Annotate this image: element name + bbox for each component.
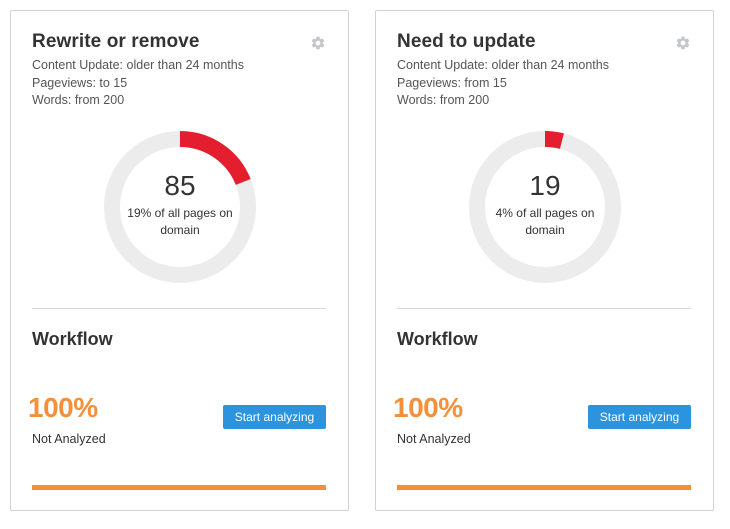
workflow-status: Not Analyzed bbox=[397, 432, 471, 446]
card-title: Rewrite or remove bbox=[32, 31, 200, 52]
workflow-status: Not Analyzed bbox=[32, 432, 106, 446]
workflow-title: Workflow bbox=[32, 329, 113, 349]
donut-caption: 19% of all pages on domain bbox=[127, 205, 233, 237]
criteria-pageviews: Pageviews: from 15 bbox=[397, 75, 507, 90]
donut-chart: 19 4% of all pages on domain bbox=[467, 129, 623, 285]
workflow-progress-bar bbox=[32, 485, 326, 490]
workflow-percent: 100% bbox=[393, 392, 463, 423]
divider bbox=[397, 308, 691, 309]
donut-caption: 4% of all pages on domain bbox=[495, 205, 595, 237]
criteria-pageviews: Pageviews: to 15 bbox=[32, 75, 128, 90]
donut-chart: 85 19% of all pages on domain bbox=[102, 129, 258, 285]
criteria-list: Content Update: older than 24 months Pag… bbox=[32, 57, 244, 110]
start-analyzing-button[interactable]: Start analyzing bbox=[223, 405, 326, 429]
workflow-percent: 100% bbox=[28, 392, 98, 423]
criteria-list: Content Update: older than 24 months Pag… bbox=[397, 57, 609, 110]
criteria-words: Words: from 200 bbox=[397, 93, 490, 107]
rewrite-or-remove-card: Rewrite or remove Content Update: older … bbox=[10, 10, 349, 511]
workflow-progress-fill bbox=[32, 485, 326, 490]
donut-count: 85 bbox=[164, 169, 196, 201]
criteria-words: Words: from 200 bbox=[32, 93, 125, 107]
criteria-content-update: Content Update: older than 24 months bbox=[397, 58, 609, 72]
need-to-update-card: Need to update Content Update: older tha… bbox=[375, 10, 714, 511]
workflow-progress-bar bbox=[397, 485, 691, 490]
gear-icon[interactable] bbox=[675, 35, 691, 51]
divider bbox=[32, 308, 326, 309]
criteria-content-update: Content Update: older than 24 months bbox=[32, 58, 244, 72]
card-title: Need to update bbox=[397, 31, 536, 52]
workflow-progress-fill bbox=[397, 485, 691, 490]
donut-count: 19 bbox=[529, 169, 561, 201]
gear-icon[interactable] bbox=[310, 35, 326, 51]
donut-center: 19 4% of all pages on domain bbox=[467, 129, 623, 285]
workflow-title: Workflow bbox=[397, 329, 478, 349]
donut-center: 85 19% of all pages on domain bbox=[102, 129, 258, 285]
start-analyzing-button[interactable]: Start analyzing bbox=[588, 405, 691, 429]
